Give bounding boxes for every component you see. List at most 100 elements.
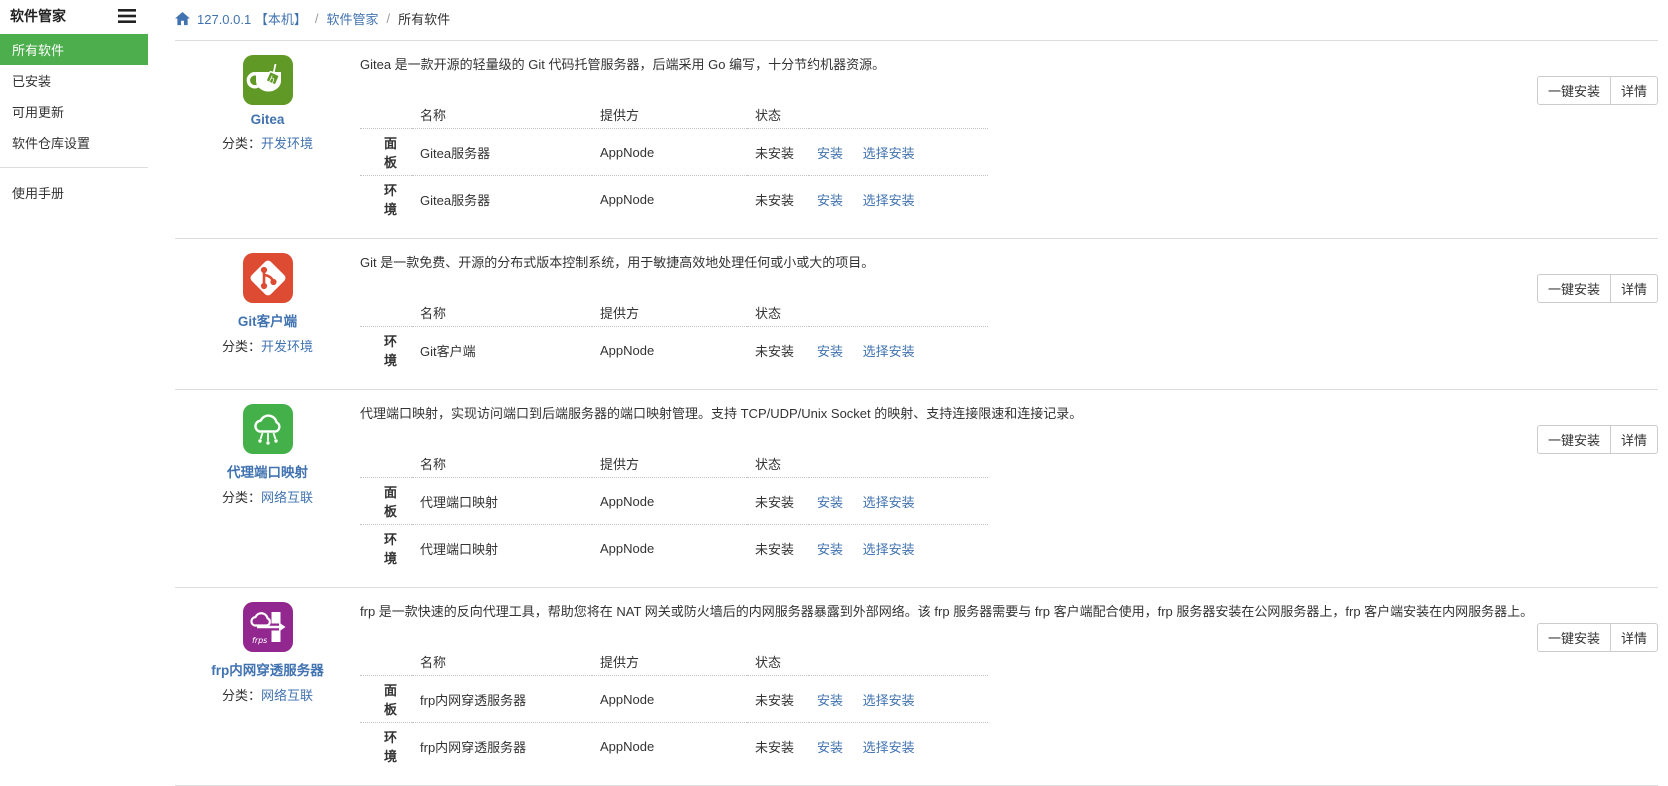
install-link[interactable]: 安装: [817, 146, 843, 161]
install-link[interactable]: 安装: [817, 495, 843, 510]
software-item: h: [175, 389, 1658, 587]
column-header-name: 名称: [412, 299, 592, 327]
column-header-provider: 提供方: [592, 299, 747, 327]
software-item-summary: h: [175, 252, 360, 373]
one-click-install-button[interactable]: 一键安装: [1537, 623, 1611, 652]
software-item-summary: h: [175, 403, 360, 571]
software-icon: h: [243, 602, 293, 652]
column-header-type: [360, 101, 412, 129]
package-actions: 安装 选择安装: [809, 723, 988, 770]
software-description: frp 是一款快速的反向代理工具，帮助您将在 NAT 网关或防火墙后的内网服务器…: [360, 602, 1526, 621]
install-button-group: 一键安装 详情: [1537, 623, 1658, 652]
package-status: 未安装: [747, 676, 809, 723]
category-link[interactable]: 开发环境: [261, 136, 313, 151]
package-name: Gitea服务器: [412, 129, 592, 176]
git-icon: [243, 253, 293, 303]
software-manager-app: 软件管家 所有软件已安装可用更新软件仓库设置使用手册 127.0.0.1 【本机…: [0, 0, 1668, 637]
choose-install-link[interactable]: 选择安装: [863, 495, 915, 510]
choose-install-link[interactable]: 选择安装: [863, 344, 915, 359]
software-icon: h: [243, 253, 293, 303]
category-link[interactable]: 开发环境: [261, 339, 313, 354]
software-name-link[interactable]: Git客户端: [238, 310, 297, 330]
column-header-status: 状态: [747, 648, 809, 676]
package-table-header-row: 名称 提供方 状态: [360, 450, 988, 478]
install-link[interactable]: 安装: [817, 740, 843, 755]
category-link[interactable]: 网络互联: [261, 490, 313, 505]
software-list: h: [175, 40, 1658, 786]
install-link[interactable]: 安装: [817, 542, 843, 557]
sidebar-item-manual[interactable]: 使用手册: [0, 177, 148, 208]
install-button-group: 一键安装 详情: [1537, 274, 1658, 303]
sidebar-header: 软件管家: [0, 2, 148, 34]
sidebar-item-repo-settings[interactable]: 软件仓库设置: [0, 127, 148, 158]
software-item-actions: 一键安装 详情: [1526, 403, 1658, 571]
software-category: 分类：网络互联: [175, 685, 360, 704]
details-button[interactable]: 详情: [1610, 274, 1658, 303]
software-name-link[interactable]: frp内网穿透服务器: [211, 659, 324, 679]
column-header-actions: [809, 648, 988, 676]
details-button[interactable]: 详情: [1610, 623, 1658, 652]
proxy-port-mapping-icon: [243, 404, 293, 454]
choose-install-link[interactable]: 选择安装: [863, 740, 915, 755]
software-description: Git 是一款免费、开源的分布式版本控制系统，用于敏捷高效地处理任何或小或大的项…: [360, 253, 1526, 272]
install-button-group: 一键安装 详情: [1537, 425, 1658, 454]
package-row: 环境 Git客户端 AppNode 未安装 安装 选择安装: [360, 327, 988, 374]
one-click-install-button[interactable]: 一键安装: [1537, 76, 1611, 105]
choose-install-link[interactable]: 选择安装: [863, 693, 915, 708]
details-button[interactable]: 详情: [1610, 425, 1658, 454]
package-provider: AppNode: [592, 327, 747, 374]
one-click-install-button[interactable]: 一键安装: [1537, 425, 1611, 454]
install-link[interactable]: 安装: [817, 693, 843, 708]
column-header-actions: [809, 299, 988, 327]
software-icon: h: [243, 55, 293, 105]
software-item: h: [175, 587, 1658, 786]
column-header-status: 状态: [747, 299, 809, 327]
software-name-link[interactable]: 代理端口映射: [227, 461, 308, 481]
software-icon: h: [243, 404, 293, 454]
home-icon[interactable]: [175, 12, 190, 26]
choose-install-link[interactable]: 选择安装: [863, 542, 915, 557]
package-name: Gitea服务器: [412, 176, 592, 223]
one-click-install-button[interactable]: 一键安装: [1537, 274, 1611, 303]
package-type: 面板: [360, 478, 412, 525]
package-table: 名称 提供方 状态 环境 Git客户端 AppNode 未安装 安装 选择安装: [360, 299, 988, 373]
package-table: 名称 提供方 状态 面板 Gitea服务器 AppNode 未安装 安装 选择安…: [360, 101, 988, 222]
package-status: 未安装: [747, 176, 809, 223]
breadcrumb-separator: /: [315, 11, 319, 26]
app-title: 软件管家: [10, 6, 66, 26]
package-provider: AppNode: [592, 676, 747, 723]
category-label: 分类：: [222, 688, 261, 703]
breadcrumb-host-link[interactable]: 127.0.0.1 【本机】: [197, 9, 307, 28]
hamburger-icon[interactable]: [118, 9, 136, 23]
breadcrumb-app-link[interactable]: 软件管家: [326, 9, 378, 28]
package-actions: 安装 选择安装: [809, 176, 988, 223]
software-description: 代理端口映射，实现访问端口到后端服务器的端口映射管理。支持 TCP/UDP/Un…: [360, 404, 1526, 423]
sidebar-item-installed[interactable]: 已安装: [0, 65, 148, 96]
package-row: 面板 代理端口映射 AppNode 未安装 安装 选择安装: [360, 478, 988, 525]
sidebar-item-updates[interactable]: 可用更新: [0, 96, 148, 127]
package-type: 环境: [360, 327, 412, 374]
column-header-name: 名称: [412, 648, 592, 676]
column-header-type: [360, 648, 412, 676]
category-label: 分类：: [222, 490, 261, 505]
install-link[interactable]: 安装: [817, 193, 843, 208]
category-label: 分类：: [222, 136, 261, 151]
choose-install-link[interactable]: 选择安装: [863, 193, 915, 208]
install-link[interactable]: 安装: [817, 344, 843, 359]
software-item-actions: 一键安装 详情: [1526, 54, 1658, 222]
software-item-summary: h: [175, 54, 360, 222]
choose-install-link[interactable]: 选择安装: [863, 146, 915, 161]
package-type: 环境: [360, 525, 412, 572]
sidebar-item-all-software[interactable]: 所有软件: [0, 34, 148, 65]
package-actions: 安装 选择安装: [809, 676, 988, 723]
package-status: 未安装: [747, 327, 809, 374]
frps-icon: frps: [243, 602, 293, 652]
svg-text:frps: frps: [252, 636, 267, 645]
package-provider: AppNode: [592, 478, 747, 525]
software-name-link[interactable]: Gitea: [251, 112, 285, 127]
sidebar-menu: 所有软件已安装可用更新软件仓库设置使用手册: [0, 34, 148, 208]
category-link[interactable]: 网络互联: [261, 688, 313, 703]
package-row: 面板 frp内网穿透服务器 AppNode 未安装 安装 选择安装: [360, 676, 988, 723]
package-type: 面板: [360, 129, 412, 176]
details-button[interactable]: 详情: [1610, 76, 1658, 105]
